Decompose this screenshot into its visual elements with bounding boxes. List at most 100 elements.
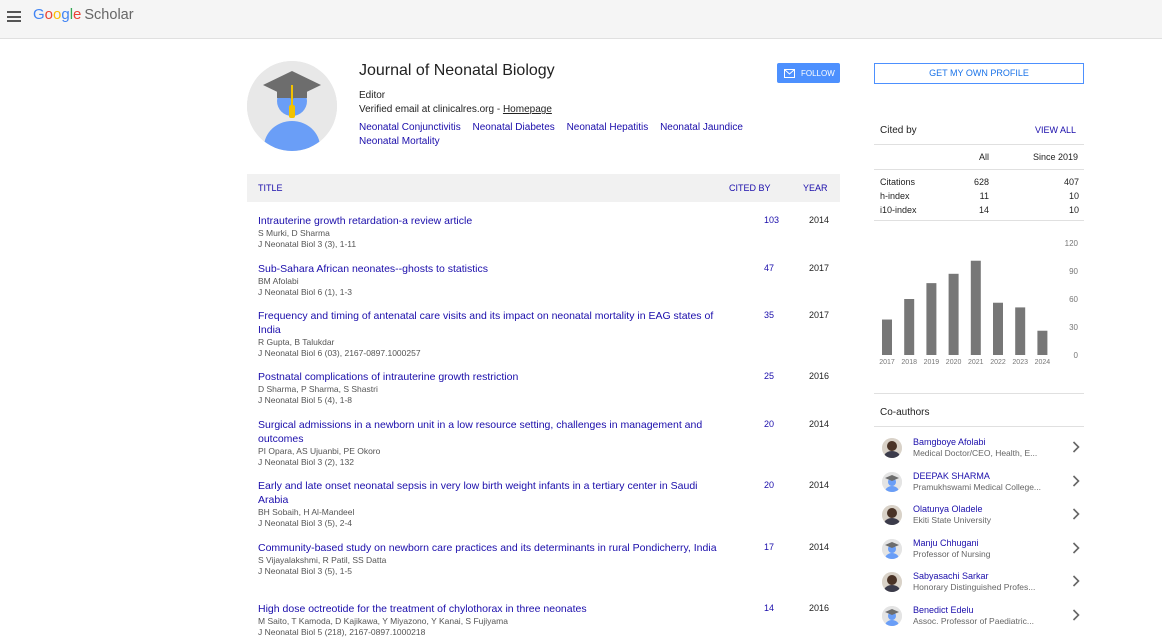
citation-bar[interactable] [882,319,892,355]
menu-icon[interactable] [7,11,21,22]
article-venue: J Neonatal Biol 3 (5), 2-4 [258,518,353,528]
y-tick-label: 60 [1069,295,1078,304]
stat-label: h-index [880,191,910,201]
coauthor-name[interactable]: Olatunya Oladele [913,504,983,514]
divider [874,220,1084,221]
article-title[interactable]: Early and late onset neonatal sepsis in … [258,479,728,507]
citation-bar[interactable] [948,273,959,355]
article-venue: J Neonatal Biol 3 (2), 132 [258,457,354,467]
divider [874,144,1084,145]
article-year: 2016 [809,371,830,381]
coauthor-item[interactable]: Bamgboye Afolabi Medical Doctor/CEO, Heal… [874,434,1084,466]
article-title[interactable]: Surgical admissions in a newborn unit in… [258,418,728,446]
sort-by-year[interactable]: YEAR [803,183,828,193]
coauthor-item[interactable]: Sabyasachi Sarkar Honorary Distinguished … [874,568,1084,600]
article-authors: S Murki, D Sharma [258,228,330,238]
coauthor-item[interactable]: Benedict Edelu Assoc. Professor of Paedia… [874,602,1084,634]
coauthor-item[interactable]: Manju Chhugani Professor of Nursing [874,535,1084,567]
sort-by-title[interactable]: TITLE [258,183,283,193]
x-tick-label: 2024 [1035,359,1051,366]
view-all-link[interactable]: VIEW ALL [1035,125,1076,135]
envelope-icon [784,68,795,78]
citation-bar[interactable] [926,283,937,355]
interest-link[interactable]: Neonatal Diabetes [473,122,555,133]
x-tick-label: 2023 [1012,359,1028,366]
article-row: Sub-Sahara African neonates--ghosts to s… [247,255,840,298]
article-year: 2014 [809,542,830,552]
article-year: 2014 [809,480,830,490]
coauthor-affiliation: Medical Doctor/CEO, Health, E... [913,448,1038,458]
sort-by-cited[interactable]: CITED BY [729,183,771,193]
cited-by-count[interactable]: 17 [764,542,774,552]
citations-bar-chart: 120 90 60 30 0 2017 2018 2019 2020 2021 2022 2023 20… [879,239,1078,366]
article-title[interactable]: Intrauterine growth retardation-a review… [258,214,728,228]
stat-label: Citations [880,177,916,187]
cited-by-count[interactable]: 103 [764,215,779,225]
graduate-avatar-icon [247,61,337,151]
logo-scholar: Scholar [84,7,134,23]
chevron-right-icon[interactable] [1072,608,1080,626]
cited-by-count[interactable]: 14 [764,603,774,613]
coauthor-name[interactable]: Sabyasachi Sarkar [913,571,989,581]
citation-bar[interactable] [970,260,981,355]
article-title[interactable]: Postnatal complications of intrauterine … [258,370,728,384]
cited-by-count[interactable]: 47 [764,263,774,273]
chevron-right-icon[interactable] [1072,440,1080,458]
article-authors: S Vijayalakshmi, R Patil, SS Datta [258,555,387,565]
article-title[interactable]: Sub-Sahara African neonates--ghosts to s… [258,262,728,276]
cited-by-count[interactable]: 20 [764,419,774,429]
cited-by-count[interactable]: 20 [764,480,774,490]
interest-link[interactable]: Neonatal Conjunctivitis [359,122,461,133]
cited-by-count[interactable]: 25 [764,371,774,381]
profile-name: Journal of Neonatal Biology [359,62,555,79]
coauthor-item[interactable]: Olatunya Oladele Ekiti State University [874,501,1084,533]
homepage-link[interactable]: Homepage [503,104,552,115]
coauthor-name[interactable]: Bamgboye Afolabi [913,437,986,447]
article-row: Early and late onset neonatal sepsis in … [247,472,840,529]
article-title[interactable]: High dose octreotide for the treatment o… [258,602,728,616]
divider [874,426,1084,427]
cited-by-count[interactable]: 35 [764,310,774,320]
cited-by-title: Cited by [880,125,917,136]
coauthor-item[interactable]: DEEPAK SHARMA Pramukhswami Medical Colleg… [874,468,1084,500]
coauthor-name[interactable]: Manju Chhugani [913,538,979,548]
chevron-right-icon[interactable] [1072,507,1080,525]
article-authors: M Saito, T Kamoda, D Kajikawa, Y Miyazon… [258,616,508,626]
article-venue: J Neonatal Biol 3 (5), 1-5 [258,566,353,576]
col-all: All [979,152,990,162]
article-title[interactable]: Frequency and timing of antenatal care v… [258,309,728,337]
divider [874,169,1084,170]
profile-email: Verified email at clinicalres.org - Home… [359,104,552,115]
divider [874,393,1084,394]
get-my-own-profile-button[interactable]: GET MY OWN PROFILE [874,63,1084,84]
col-since: Since 2019 [1033,152,1079,162]
x-tick-label: 2022 [990,359,1006,366]
follow-button[interactable]: FOLLOW [777,63,840,83]
stat-all: 14 [978,205,989,215]
article-title[interactable]: Community-based study on newborn care pr… [258,541,728,555]
interest-link[interactable]: Neonatal Hepatitis [567,122,649,133]
citation-bar[interactable] [993,302,1003,355]
coauthor-name[interactable]: Benedict Edelu [913,605,974,615]
interest-link[interactable]: Neonatal Jaundice [660,122,743,133]
coauthor-name[interactable]: DEEPAK SHARMA [913,471,990,481]
chevron-right-icon[interactable] [1072,474,1080,492]
stat-since: 407 [1063,177,1079,187]
article-year: 2017 [809,263,830,273]
chevron-right-icon[interactable] [1072,541,1080,559]
stat-since: 10 [1068,191,1079,201]
y-tick-label: 90 [1069,267,1078,276]
article-row: Intrauterine growth retardation-a review… [247,207,840,250]
coauthor-avatar [882,438,902,458]
citation-bar[interactable] [904,299,915,355]
citation-bar[interactable] [1015,307,1026,355]
article-year: 2014 [809,419,830,429]
stat-since: 10 [1068,205,1079,215]
interest-link[interactable]: Neonatal Mortality [359,136,440,147]
google-scholar-logo[interactable]: Google Scholar [33,6,134,23]
citation-bar[interactable] [1037,330,1048,355]
chevron-right-icon[interactable] [1072,574,1080,592]
logo-google: Google [33,6,82,23]
stat-all: 628 [973,177,989,187]
article-row: High dose octreotide for the treatment o… [247,595,840,638]
